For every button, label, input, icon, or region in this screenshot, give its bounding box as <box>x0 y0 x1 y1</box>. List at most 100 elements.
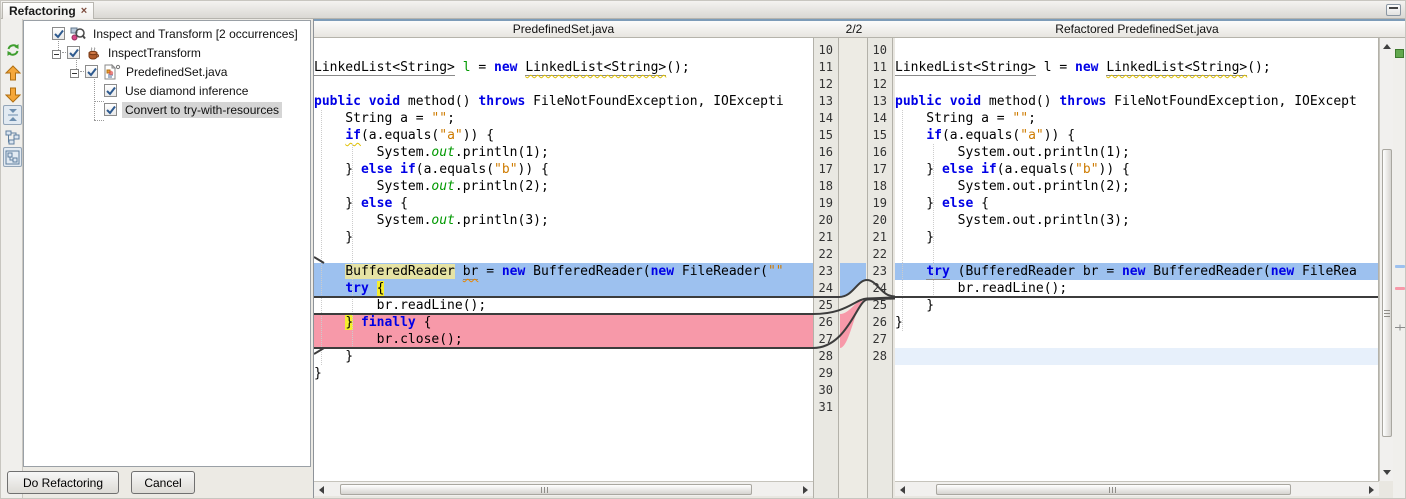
tree-item-label: Inspect and Transform [2 occurrences] <box>90 26 301 42</box>
code-line: public void method() throws FileNotFound… <box>895 93 1378 110</box>
diff-counter: 2/2 <box>813 22 895 38</box>
vertical-scrollbar-thumb[interactable]: ​ <box>1382 149 1392 437</box>
tab-title: Refactoring <box>9 4 76 18</box>
code-line: } <box>895 297 1378 314</box>
code-line: System.out.println(3); <box>314 212 813 229</box>
collapse-node-icon[interactable] <box>70 67 79 76</box>
diff-region-border <box>314 296 813 298</box>
checkbox[interactable] <box>52 27 65 40</box>
tree-connector <box>94 101 104 102</box>
code-line <box>314 246 813 263</box>
tree-item-label: InspectTransform <box>105 45 204 61</box>
indent-guide <box>933 144 934 297</box>
tree-item-use-diamond-inference[interactable]: Use diamond inference <box>104 81 251 100</box>
code-line: try (BufferedReader br = new BufferedRea… <box>895 263 1378 280</box>
refactored-code-panel[interactable]: LinkedList<String> l = new LinkedList<St… <box>895 38 1379 481</box>
diff-header: PredefinedSet.java 2/2 Refactored Predef… <box>314 19 1406 38</box>
tree-item-label: Use diamond inference <box>122 83 251 99</box>
tree-item-inspect-and-transform[interactable]: Inspect and Transform [2 occurrences] <box>52 24 301 43</box>
code-line: String a = ""; <box>895 110 1378 127</box>
code-line <box>895 246 1378 263</box>
code-line: } <box>314 348 813 365</box>
checkbox[interactable] <box>85 65 98 78</box>
right-file-title: Refactored PredefinedSet.java <box>895 22 1379 38</box>
sidebar-toolbar <box>1 19 23 499</box>
scroll-down-icon[interactable] <box>1383 470 1391 475</box>
diff-connectors <box>813 38 895 499</box>
code-line <box>895 348 1378 365</box>
cancel-button[interactable]: Cancel <box>131 471 195 494</box>
sidebar: Inspect and Transform [2 occurrences] In… <box>1 19 314 499</box>
code-line: } <box>895 314 1378 331</box>
checkbox[interactable] <box>104 103 117 116</box>
left-file-title: PredefinedSet.java <box>314 22 813 38</box>
code-line: LinkedList<String> l = new LinkedList<St… <box>314 59 813 76</box>
code-line <box>895 331 1378 348</box>
logical-view-icon[interactable] <box>3 127 22 147</box>
tree-item-convert-to-try-with-resources[interactable]: Convert to try-with-resources <box>104 100 282 119</box>
tree-item-label: PredefinedSet.java <box>123 64 230 80</box>
code-line: LinkedList<String> l = new LinkedList<St… <box>895 59 1378 76</box>
physical-view-icon[interactable] <box>3 147 22 167</box>
scroll-left-icon[interactable] <box>319 486 324 494</box>
code-line <box>314 76 813 93</box>
tree-item-inspecttransform[interactable]: InspectTransform <box>52 43 204 62</box>
minimize-window-icon[interactable] <box>1386 4 1401 16</box>
collapse-all-icon[interactable] <box>3 105 22 125</box>
right-horizontal-scrollbar[interactable] <box>895 481 1379 496</box>
java-file-icon <box>103 64 119 80</box>
scroll-left-icon[interactable] <box>900 486 905 494</box>
next-occurrence-icon[interactable] <box>3 85 22 105</box>
tree-item-predefinedset-java[interactable]: PredefinedSet.java <box>70 62 230 81</box>
scroll-right-icon[interactable] <box>1369 486 1374 494</box>
do-refactoring-button[interactable]: Do Refactoring <box>7 471 119 494</box>
diff-gutter: 1011121314151617181920212223242526272829… <box>813 38 895 499</box>
diff-view: PredefinedSet.java 2/2 Refactored Predef… <box>313 19 1406 499</box>
diff-region-border <box>895 296 1378 298</box>
diff-region-border <box>314 313 813 315</box>
tab-refactoring[interactable]: Refactoring × <box>2 2 94 19</box>
code-line: } <box>895 229 1378 246</box>
code-line: br.readLine(); <box>895 280 1378 297</box>
collapse-node-icon[interactable] <box>52 48 61 57</box>
status-ok-badge <box>1395 49 1404 58</box>
tab-close-icon[interactable]: × <box>81 6 87 16</box>
scroll-right-icon[interactable] <box>803 486 808 494</box>
error-stripe[interactable] <box>1393 38 1406 499</box>
code-line: BufferedReader br = new BufferedReader(n… <box>314 263 813 280</box>
removed-diff-marker[interactable] <box>1395 287 1405 290</box>
vertical-scrollbar[interactable]: ​ <box>1379 38 1393 481</box>
code-line: } else { <box>314 195 813 212</box>
code-line: br.readLine(); <box>314 297 813 314</box>
code-line: System.out.println(2); <box>314 178 813 195</box>
code-line: System.out.println(2); <box>895 178 1378 195</box>
checkbox[interactable] <box>104 84 117 97</box>
inspect-transform-icon <box>70 26 86 42</box>
code-line <box>314 382 813 399</box>
left-horizontal-scrollbar[interactable] <box>314 481 813 496</box>
tree-connector <box>94 120 104 121</box>
refresh-icon[interactable] <box>3 40 22 60</box>
tree-item-label: Convert to try-with-resources <box>122 102 282 118</box>
code-line: String a = ""; <box>314 110 813 127</box>
checkbox[interactable] <box>67 46 80 59</box>
horizontal-scrollbar-thumb[interactable] <box>340 484 752 495</box>
code-line: } <box>314 229 813 246</box>
code-line: public void method() throws FileNotFound… <box>314 93 813 110</box>
diff-edge-curve <box>314 38 326 481</box>
scroll-up-icon[interactable] <box>1383 44 1391 49</box>
caret-position-marker <box>1395 323 1405 332</box>
horizontal-scrollbar-thumb[interactable] <box>936 484 1291 495</box>
code-line <box>314 399 813 416</box>
code-line: System.out.println(3); <box>895 212 1378 229</box>
added-diff-marker[interactable] <box>1395 265 1405 268</box>
source-code-panel[interactable]: LinkedList<String> l = new LinkedList<St… <box>314 38 813 481</box>
code-line: if(a.equals("a")) { <box>314 127 813 144</box>
code-line: System.out.println(1); <box>895 144 1378 161</box>
refactoring-preview-tree: Inspect and Transform [2 occurrences] In… <box>23 20 311 467</box>
tree-connector <box>94 77 95 120</box>
previous-occurrence-icon[interactable] <box>3 63 22 83</box>
refactoring-window: Refactoring × <box>0 0 1406 499</box>
diff-region-border <box>314 347 813 349</box>
code-line: if(a.equals("a")) { <box>895 127 1378 144</box>
